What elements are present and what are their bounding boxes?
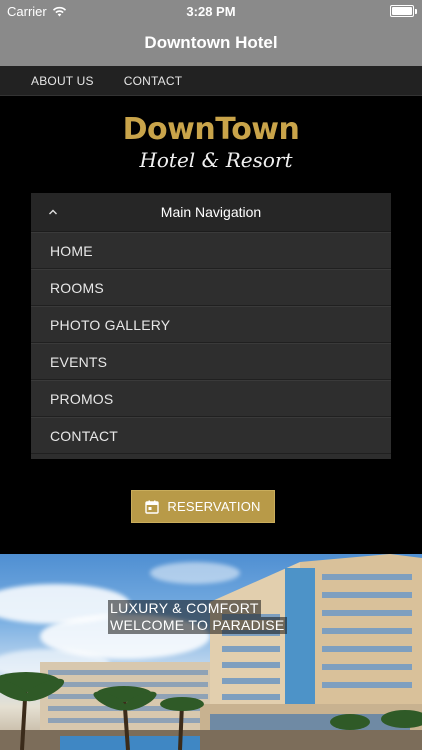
nav-item-promos[interactable]: PROMOS bbox=[31, 380, 391, 417]
navigation-bar: Carrier 3:28 PM Downtown Hotel bbox=[0, 0, 422, 66]
hero-caption-line1: LUXURY & COMFORT bbox=[108, 600, 261, 617]
top-menu: ABOUT US CONTACT bbox=[0, 66, 422, 96]
status-bar: Carrier 3:28 PM bbox=[0, 0, 422, 22]
reservation-label: RESERVATION bbox=[167, 499, 261, 514]
nav-item-rooms[interactable]: ROOMS bbox=[31, 269, 391, 306]
hero-caption-line2: WELCOME TO PARADISE bbox=[108, 617, 287, 634]
calendar-icon bbox=[145, 500, 160, 514]
battery-icon bbox=[390, 5, 417, 17]
nav-item-photo-gallery[interactable]: PHOTO GALLERY bbox=[31, 306, 391, 343]
logo-line2: Hotel & Resort bbox=[139, 148, 293, 172]
nav-item-contact[interactable]: CONTACT bbox=[31, 417, 391, 454]
hero-banner: LUXURY & COMFORT WELCOME TO PARADISE bbox=[0, 554, 422, 750]
nav-item-events[interactable]: EVENTS bbox=[31, 343, 391, 380]
nav-item-home[interactable]: HOME bbox=[31, 232, 391, 269]
topmenu-contact[interactable]: CONTACT bbox=[124, 74, 183, 88]
chevron-up-icon bbox=[49, 209, 57, 215]
main-navigation-toggle[interactable]: Main Navigation bbox=[31, 193, 391, 232]
hotel-logo[interactable]: DownTown Hotel & Resort bbox=[0, 112, 422, 172]
status-time: 3:28 PM bbox=[186, 4, 236, 19]
reservation-button[interactable]: RESERVATION bbox=[131, 490, 275, 523]
main-navigation: Main Navigation HOME ROOMS PHOTO GALLERY… bbox=[31, 193, 391, 459]
main-navigation-title: Main Navigation bbox=[160, 204, 262, 220]
hero-caption: LUXURY & COMFORT WELCOME TO PARADISE bbox=[108, 600, 287, 634]
hotel-building-image bbox=[0, 554, 422, 750]
page-title: Downtown Hotel bbox=[144, 33, 278, 52]
logo-line1: DownTown bbox=[122, 112, 300, 147]
topmenu-about-us[interactable]: ABOUT US bbox=[31, 74, 94, 88]
battery-fill bbox=[392, 7, 412, 15]
